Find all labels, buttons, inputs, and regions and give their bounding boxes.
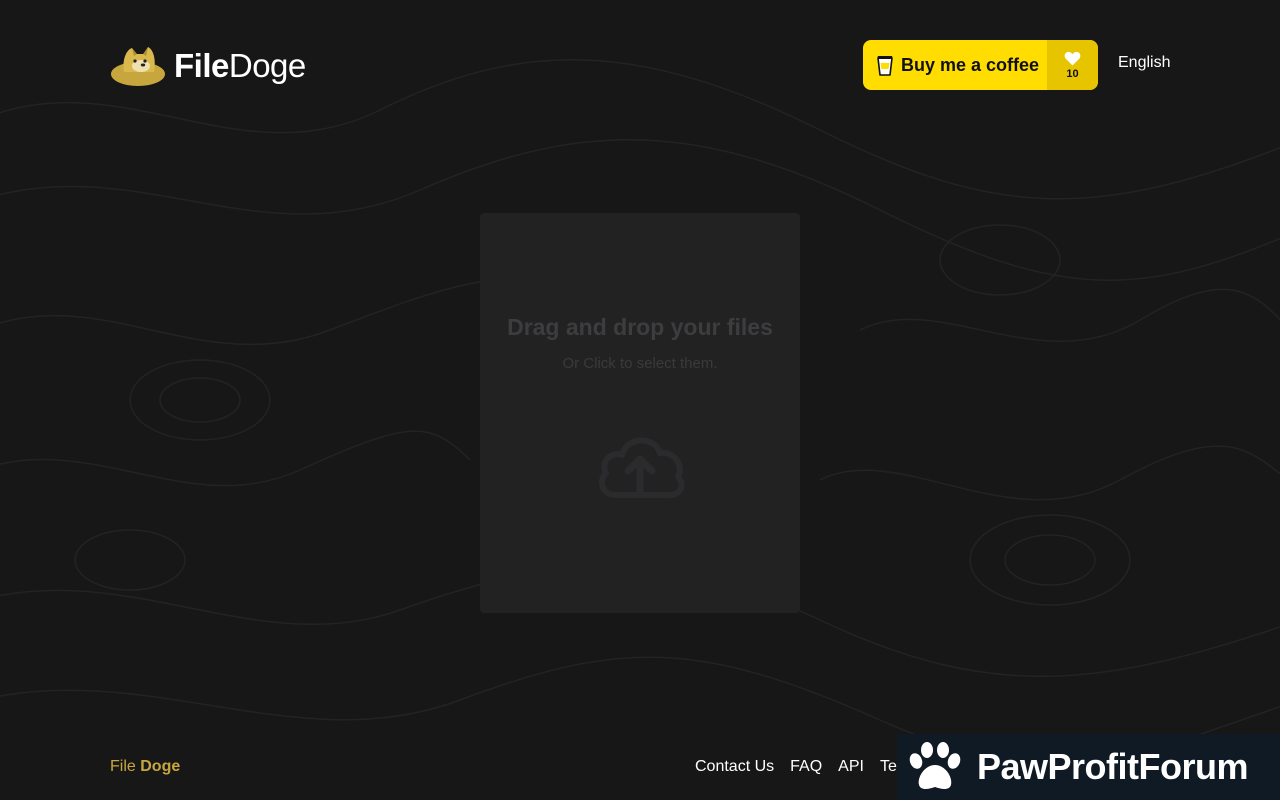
doge-icon [111, 47, 165, 86]
footer-brand-prefix: File [110, 758, 136, 775]
logo-text-bold: File [174, 46, 229, 84]
cloud-upload-icon [598, 437, 685, 499]
dropzone-subtitle: Or Click to select them. [562, 355, 718, 372]
buy-me-a-coffee-button[interactable]: Buy me a coffee 10 [863, 40, 1098, 90]
footer-links: Contact Us FAQ API Ter [695, 758, 902, 776]
file-dropzone[interactable]: Drag and drop your files Or Click to sel… [480, 213, 800, 613]
footer-link-contact-us[interactable]: Contact Us [695, 758, 774, 776]
paw-icon [909, 742, 961, 789]
footer-brand: File Doge [110, 758, 180, 776]
language-selector[interactable]: English [1118, 54, 1170, 72]
coffee-count: 10 [1066, 67, 1079, 80]
watermark-banner: PawProfitForum [897, 734, 1280, 800]
coffee-cup-icon [877, 56, 893, 76]
logo-text-light: Doge [228, 46, 306, 84]
buy-me-a-coffee-main: Buy me a coffee [863, 40, 1047, 90]
heart-icon [1064, 51, 1081, 65]
logo-text: FileDoge [174, 49, 306, 82]
footer-link-api[interactable]: API [838, 758, 864, 776]
buy-me-a-coffee-label: Buy me a coffee [901, 54, 1040, 75]
footer-brand-bold: Doge [140, 758, 181, 775]
footer-link-faq[interactable]: FAQ [790, 758, 822, 776]
coffee-count-badge: 10 [1047, 40, 1098, 90]
dropzone-title: Drag and drop your files [507, 314, 773, 340]
watermark-text: PawProfitForum [977, 746, 1249, 787]
logo-link[interactable]: FileDoge [110, 44, 306, 86]
